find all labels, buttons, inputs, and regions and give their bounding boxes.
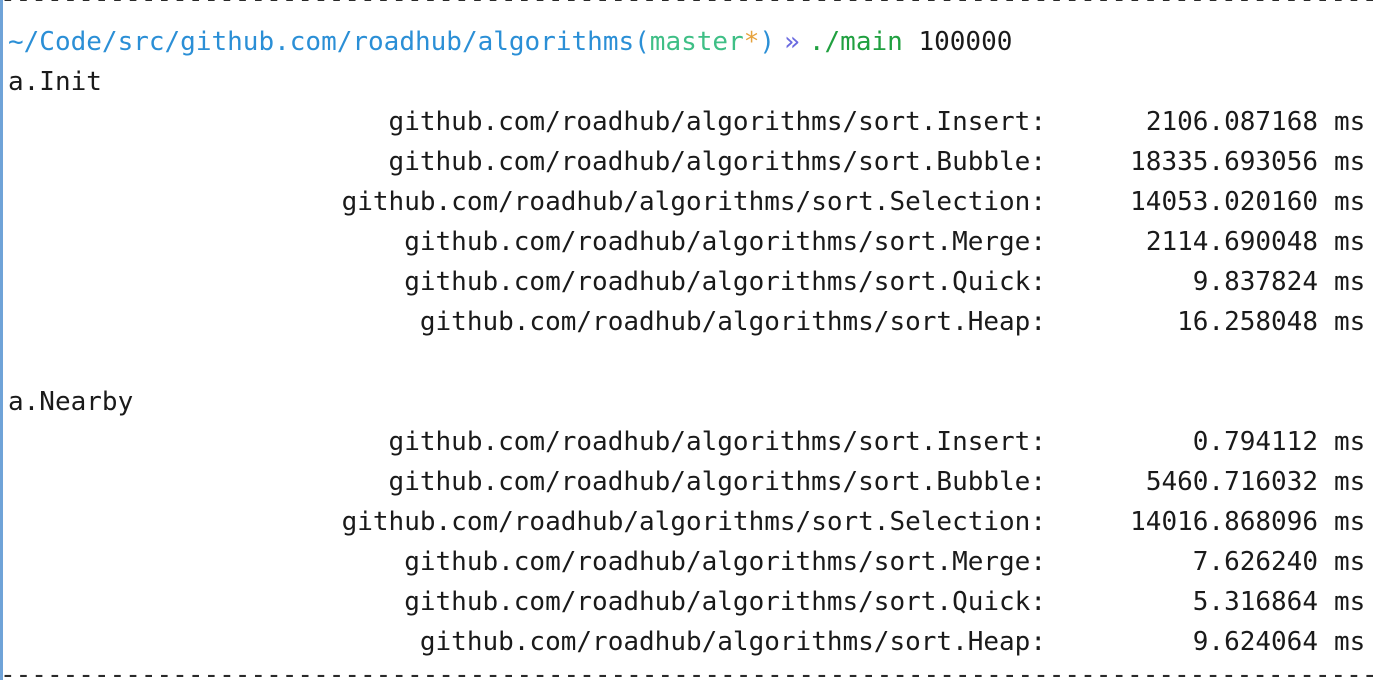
benchmark-value: 16.258048 (1177, 307, 1318, 337)
section-title-init: a.Init (8, 67, 102, 97)
benchmark-value: 18335.693056 (1130, 147, 1318, 177)
benchmark-name: github.com/roadhub/algorithms/sort.Merge… (404, 227, 1046, 257)
benchmark-row: github.com/roadhub/algorithms/sort.Bubbl… (0, 142, 1382, 182)
benchmark-name: github.com/roadhub/algorithms/sort.Merge… (404, 547, 1046, 577)
benchmark-unit: ms (1334, 547, 1366, 577)
benchmark-name: github.com/roadhub/algorithms/sort.Selec… (341, 187, 1046, 217)
benchmark-row: github.com/roadhub/algorithms/sort.Selec… (0, 502, 1382, 542)
benchmark-row: github.com/roadhub/algorithms/sort.Bubbl… (0, 462, 1382, 502)
benchmark-unit: ms (1334, 587, 1366, 617)
top-separator-rule: ----------------------------------------… (0, 0, 1382, 6)
benchmark-row: github.com/roadhub/algorithms/sort.Quick… (0, 582, 1382, 622)
benchmark-unit: ms (1334, 107, 1366, 137)
prompt-paren-open: ( (634, 27, 650, 57)
benchmark-row: github.com/roadhub/algorithms/sort.Merge… (0, 542, 1382, 582)
command-argument: 100000 (918, 27, 1013, 57)
benchmark-value: 2106.087168 (1145, 107, 1318, 137)
benchmark-name: github.com/roadhub/algorithms/sort.Quick… (404, 587, 1046, 617)
benchmark-value: 5.316864 (1192, 587, 1318, 617)
benchmark-value: 2114.690048 (1145, 227, 1318, 257)
benchmark-name: github.com/roadhub/algorithms/sort.Bubbl… (388, 147, 1046, 177)
benchmark-unit: ms (1334, 627, 1366, 657)
benchmark-unit: ms (1334, 307, 1366, 337)
git-branch: master (649, 27, 744, 57)
benchmark-name: github.com/roadhub/algorithms/sort.Quick… (404, 267, 1046, 297)
shell-prompt-line[interactable]: ~/Code/src/github.com/roadhub/algorithms… (8, 22, 1012, 62)
prompt-arrow-icon: » (784, 27, 800, 57)
prompt-path: ~/Code/src/github.com/roadhub/algorithms (8, 27, 635, 57)
benchmark-value: 0.794112 (1192, 427, 1318, 457)
benchmark-name: github.com/roadhub/algorithms/sort.Inser… (388, 427, 1046, 457)
benchmark-unit: ms (1334, 467, 1366, 497)
benchmark-unit: ms (1334, 507, 1366, 537)
benchmark-name: github.com/roadhub/algorithms/sort.Selec… (341, 507, 1046, 537)
benchmark-name: github.com/roadhub/algorithms/sort.Heap: (419, 307, 1046, 337)
benchmark-row: github.com/roadhub/algorithms/sort.Inser… (0, 422, 1382, 462)
benchmark-unit: ms (1334, 427, 1366, 457)
benchmark-value: 14053.020160 (1130, 187, 1318, 217)
benchmark-row: github.com/roadhub/algorithms/sort.Selec… (0, 182, 1382, 222)
command-name: ./main (808, 27, 903, 57)
prompt-paren-close: ) (759, 27, 776, 57)
benchmark-row: github.com/roadhub/algorithms/sort.Merge… (0, 222, 1382, 262)
benchmark-name: github.com/roadhub/algorithms/sort.Bubbl… (388, 467, 1046, 497)
benchmark-unit: ms (1334, 227, 1366, 257)
benchmark-value: 7.626240 (1192, 547, 1318, 577)
git-dirty-marker: * (743, 27, 760, 57)
section-title-nearby: a.Nearby (8, 387, 134, 417)
benchmark-name: github.com/roadhub/algorithms/sort.Inser… (388, 107, 1046, 137)
benchmark-row: github.com/roadhub/algorithms/sort.Heap:… (0, 622, 1382, 662)
benchmark-unit: ms (1334, 267, 1366, 297)
benchmark-name: github.com/roadhub/algorithms/sort.Heap: (419, 627, 1046, 657)
benchmark-unit: ms (1334, 187, 1366, 217)
benchmark-value: 14016.868096 (1130, 507, 1318, 537)
benchmark-row: github.com/roadhub/algorithms/sort.Heap:… (0, 302, 1382, 342)
benchmark-row: github.com/roadhub/algorithms/sort.Inser… (0, 102, 1382, 142)
benchmark-row: github.com/roadhub/algorithms/sort.Quick… (0, 262, 1382, 302)
benchmark-value: 9.624064 (1192, 627, 1318, 657)
benchmark-unit: ms (1334, 147, 1366, 177)
benchmark-value: 9.837824 (1192, 267, 1318, 297)
benchmark-value: 5460.716032 (1145, 467, 1318, 497)
